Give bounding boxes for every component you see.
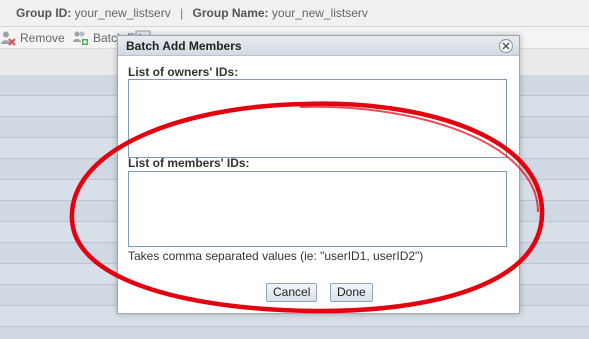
owners-label: List of owners' IDs: xyxy=(128,65,239,79)
batch-add-icon xyxy=(73,30,89,46)
batch-add-members-dialog: Batch Add Members List of owners' IDs: L… xyxy=(117,35,520,314)
remove-button[interactable]: Remove xyxy=(0,29,65,47)
group-id-value: your_new_listserv xyxy=(74,6,171,20)
group-name-label: Group Name: xyxy=(192,6,269,20)
dialog-titlebar[interactable]: Batch Add Members xyxy=(118,36,519,56)
group-name-value: your_new_listserv xyxy=(271,6,368,20)
close-button[interactable] xyxy=(499,39,513,53)
members-label: List of members' IDs: xyxy=(128,156,250,170)
comma-hint: Takes comma separated values (ie: "userI… xyxy=(128,249,424,263)
table-row xyxy=(0,327,589,339)
remove-label: Remove xyxy=(20,31,65,45)
close-icon xyxy=(502,42,510,50)
dialog-title: Batch Add Members xyxy=(126,39,242,53)
cancel-button[interactable]: Cancel xyxy=(266,283,318,302)
page: Group ID: your_new_listserv | Group Name… xyxy=(0,0,589,339)
done-button[interactable]: Done xyxy=(330,283,373,302)
remove-user-icon xyxy=(0,30,16,46)
header-separator: | xyxy=(180,6,184,20)
group-id-label: Group ID: xyxy=(16,6,72,20)
members-textarea[interactable] xyxy=(128,171,507,247)
owners-textarea[interactable] xyxy=(128,79,507,158)
group-header: Group ID: your_new_listserv | Group Name… xyxy=(0,0,589,27)
